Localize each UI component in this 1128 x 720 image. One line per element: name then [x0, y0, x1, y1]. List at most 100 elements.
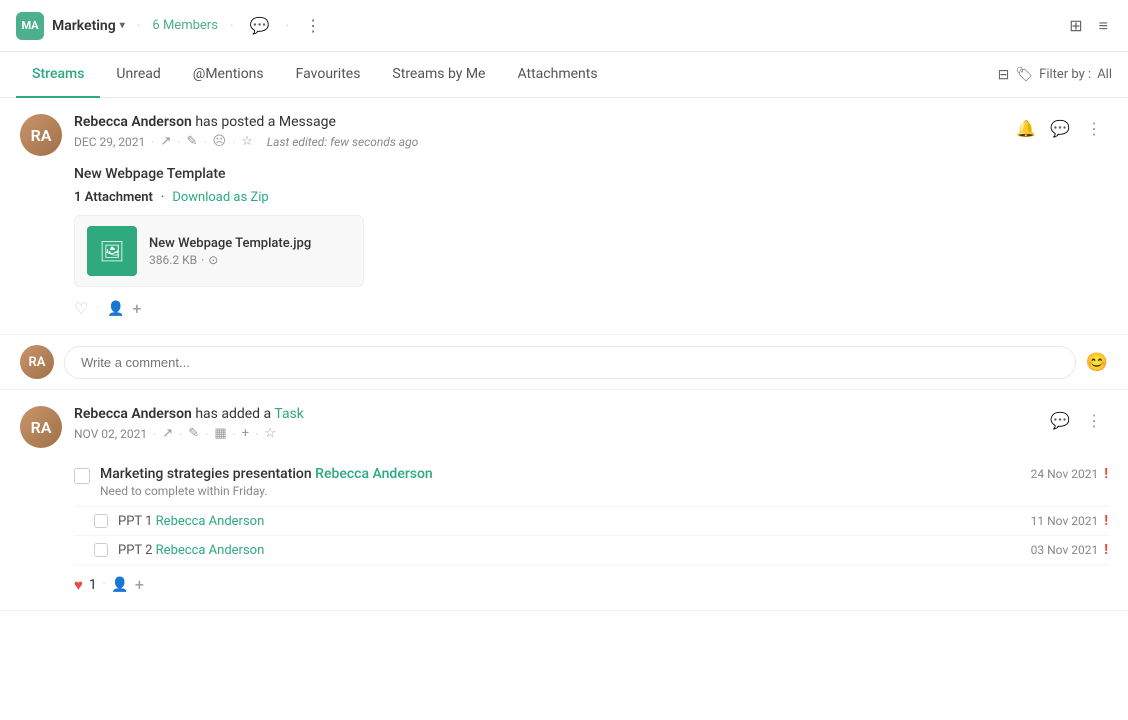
priority-icon-sub1: !	[1104, 513, 1108, 529]
star-icon-1[interactable]: ☆	[241, 134, 253, 149]
people-icon-2[interactable]: 👤	[111, 577, 128, 593]
main-task-item: Marketing strategies presentation Rebecc…	[74, 458, 1108, 507]
add-reaction-1[interactable]: +	[132, 299, 141, 318]
last-edited-1: Last edited: few seconds ago	[267, 135, 418, 149]
filter-icon[interactable]: ⊟	[998, 67, 1010, 83]
add-icon-2[interactable]: +	[242, 426, 249, 441]
star-icon-2[interactable]: ☆	[264, 426, 276, 441]
like-button-1[interactable]: ♡	[74, 299, 88, 318]
subtask-checkbox-2[interactable]	[94, 543, 108, 557]
grid-view-icon[interactable]: ⊞	[1065, 12, 1086, 39]
post-date-row-1: DEC 29, 2021 · ↗ · ✎ · ☹ · ☆ Last edited…	[74, 134, 1000, 149]
post-title-2: Rebecca Anderson has added a Task	[74, 406, 1034, 422]
post-author-2: Rebecca Anderson	[74, 406, 192, 422]
tab-bar: Streams Unread @Mentions Favourites Stre…	[0, 52, 1128, 98]
chat-icon[interactable]: 💬	[246, 12, 274, 39]
header-right-actions: ⊞ ≡	[1065, 12, 1112, 40]
post-subject-1: New Webpage Template	[74, 166, 1108, 182]
file-card-1[interactable]: 🖼 New Webpage Template.jpg 386.2 KB · ⊙	[74, 215, 364, 287]
tab-unread[interactable]: Unread	[100, 52, 176, 98]
likes-count-2: 1	[89, 577, 97, 593]
main-task-content: Marketing strategies presentation Rebecc…	[100, 466, 1021, 498]
post-date-row-2: NOV 02, 2021 · ↗ · ✎ · ▦ · + · ☆	[74, 426, 1034, 441]
subtask-checkbox-1[interactable]	[94, 514, 108, 528]
comment-input-1[interactable]	[64, 346, 1076, 379]
avatar-2: RA	[20, 406, 62, 448]
attachment-row-1: 1 Attachment · Download as Zip	[74, 190, 1108, 205]
share-icon-1[interactable]: ↗	[160, 134, 171, 149]
main-task-title: Marketing strategies presentation Rebecc…	[100, 466, 1021, 482]
edit-icon-2[interactable]: ✎	[188, 426, 199, 441]
emoji-button-1[interactable]: 😊	[1086, 352, 1108, 373]
workspace-badge: MA	[16, 12, 44, 40]
add-reaction-2[interactable]: +	[135, 575, 144, 594]
post-card-1: RA Rebecca Anderson has posted a Message…	[0, 98, 1128, 335]
subtask-item-1: PPT 1 Rebecca Anderson 11 Nov 2021 !	[74, 507, 1108, 536]
comment-box-1: RA 😊	[0, 335, 1128, 390]
members-link[interactable]: 6 Members	[152, 18, 217, 33]
download-circle-icon[interactable]: ⊙	[208, 253, 218, 267]
file-thumb-1: 🖼	[87, 226, 137, 276]
comment-icon-1[interactable]: 💬	[1046, 114, 1074, 142]
priority-icon-main: !	[1104, 466, 1108, 482]
post-actions-2: 💬 ⋮	[1046, 406, 1108, 434]
post-action-2: has added a	[195, 406, 274, 422]
reaction-row-1: ♡ · 👤 +	[74, 299, 1108, 318]
more-icon-2[interactable]: ⋮	[1080, 406, 1108, 434]
subtask-due-1: 11 Nov 2021 !	[1031, 513, 1108, 529]
chevron-down-icon: ▾	[120, 20, 125, 31]
subtask-title-2: PPT 2 Rebecca Anderson	[118, 543, 264, 558]
task-icon-2[interactable]: ▦	[214, 426, 226, 441]
avatar-1: RA	[20, 114, 62, 156]
file-info-1: New Webpage Template.jpg 386.2 KB · ⊙	[149, 236, 351, 267]
main-task-due: 24 Nov 2021 !	[1031, 466, 1108, 482]
post-header-2: RA Rebecca Anderson has added a Task NOV…	[20, 406, 1108, 448]
comment-avatar: RA	[20, 345, 54, 379]
separator3: ·	[286, 18, 290, 34]
task-checkbox-main[interactable]	[74, 468, 90, 484]
task-link-2[interactable]: Task	[274, 406, 304, 422]
post-date-1: DEC 29, 2021	[74, 135, 145, 149]
edit-icon-1[interactable]: ✎	[186, 134, 197, 149]
post-meta-1: Rebecca Anderson has posted a Message DE…	[74, 114, 1000, 149]
subtask-due-2: 03 Nov 2021 !	[1031, 542, 1108, 558]
tab-mentions[interactable]: @Mentions	[177, 52, 280, 98]
main-task-due-date: 24 Nov 2021	[1031, 467, 1099, 481]
main-task-assignee[interactable]: Rebecca Anderson	[315, 466, 433, 482]
tab-streams[interactable]: Streams	[16, 52, 100, 98]
filter-value[interactable]: All	[1097, 67, 1112, 82]
post-actions-1: 🔔 💬 ⋮	[1012, 114, 1108, 142]
people-icon-1[interactable]: 👤	[107, 301, 124, 317]
tab-streams-by-me[interactable]: Streams by Me	[376, 52, 501, 98]
post-action-1: has posted a Message	[195, 114, 336, 130]
subtask-item-2: PPT 2 Rebecca Anderson 03 Nov 2021 !	[74, 536, 1108, 565]
post-title-1: Rebecca Anderson has posted a Message	[74, 114, 1000, 130]
post-body-1: New Webpage Template 1 Attachment · Down…	[74, 166, 1108, 318]
feed-container: RA Rebecca Anderson has posted a Message…	[0, 98, 1128, 611]
file-name-1: New Webpage Template.jpg	[149, 236, 351, 251]
dislike-icon-1[interactable]: ☹	[213, 134, 227, 149]
tab-favourites[interactable]: Favourites	[280, 52, 377, 98]
filter-label: Filter by :	[1039, 67, 1091, 82]
workspace-name-button[interactable]: Marketing ▾	[52, 18, 125, 34]
post-meta-2: Rebecca Anderson has added a Task NOV 02…	[74, 406, 1034, 441]
workspace-name-label: Marketing	[52, 18, 116, 34]
reminder-icon-1[interactable]: 🔔	[1012, 114, 1040, 142]
post-body-2: Marketing strategies presentation Rebecc…	[74, 458, 1108, 594]
post-card-2: RA Rebecca Anderson has added a Task NOV…	[0, 390, 1128, 611]
file-size-1: 386.2 KB · ⊙	[149, 253, 351, 267]
main-task-desc: Need to complete within Friday.	[100, 484, 1021, 498]
download-link-1[interactable]: Download as Zip	[172, 190, 268, 205]
more-icon-1[interactable]: ⋮	[1080, 114, 1108, 142]
attachment-count-1: 1 Attachment	[74, 190, 153, 205]
comment-icon-2[interactable]: 💬	[1046, 406, 1074, 434]
tab-attachments[interactable]: Attachments	[501, 52, 613, 98]
tag-icon[interactable]: 🏷	[1015, 67, 1033, 83]
like-button-2[interactable]: ♥	[74, 576, 83, 594]
share-icon-2[interactable]: ↗	[162, 426, 173, 441]
menu-view-icon[interactable]: ≡	[1095, 12, 1112, 40]
app-header: MA Marketing ▾ · 6 Members · 💬 · ⋮ ⊞ ≡	[0, 0, 1128, 52]
subtask-title-1: PPT 1 Rebecca Anderson	[118, 514, 264, 529]
liked-row-2: ♥ 1 · 👤 +	[74, 575, 1108, 594]
more-options-icon[interactable]: ⋮	[301, 12, 325, 39]
